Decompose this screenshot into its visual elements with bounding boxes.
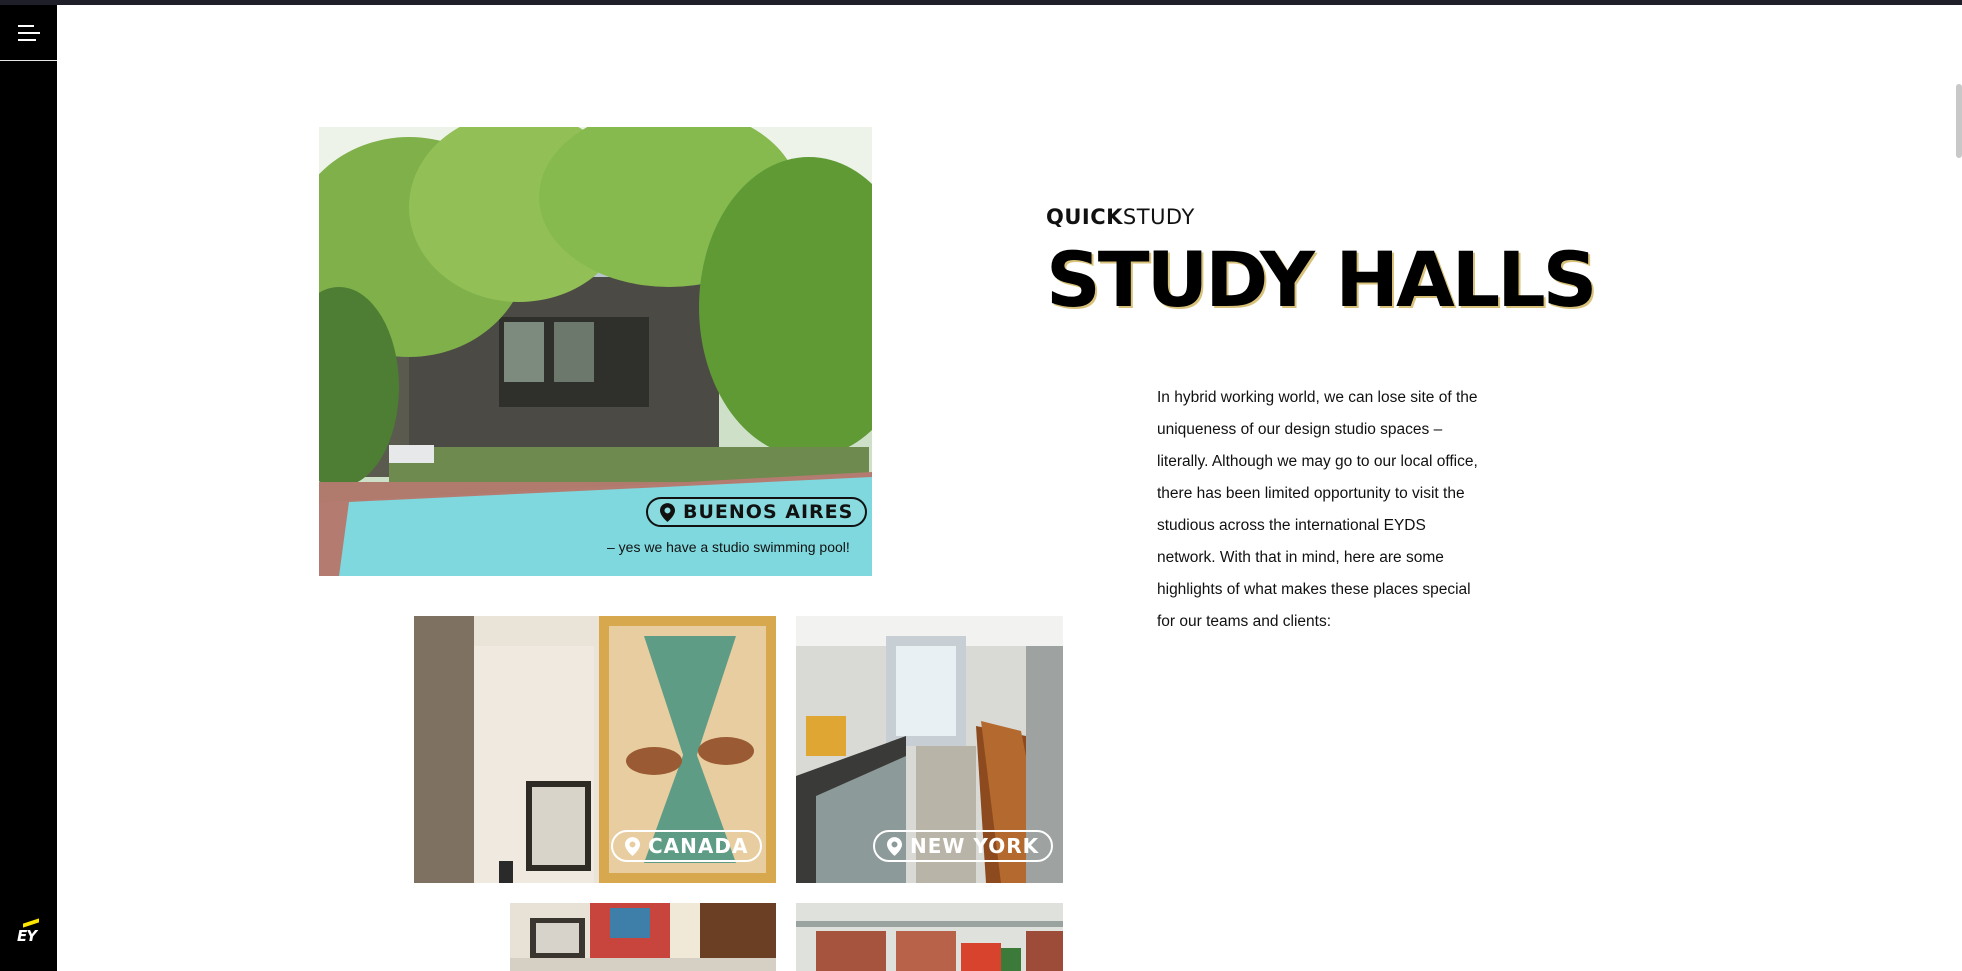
section-kicker: QUICKSTUDY: [1046, 205, 1195, 229]
interior-image: [510, 903, 776, 971]
location-name: CANADA: [648, 834, 749, 858]
location-name: NEW YORK: [910, 834, 1040, 858]
buenos-aires-caption: – yes we have a studio swimming pool!: [607, 539, 850, 555]
page-title: STUDY HALLS: [1046, 235, 1597, 324]
map-pin-icon: [625, 836, 640, 856]
menu-button[interactable]: [0, 5, 57, 61]
ey-logo[interactable]: EY: [15, 918, 43, 949]
kicker-regular: STUDY: [1122, 205, 1195, 229]
map-pin-icon: [660, 502, 675, 522]
gallery-photo-window: [796, 903, 1063, 971]
page-scrollbar[interactable]: [1956, 84, 1962, 158]
window-image: [796, 903, 1063, 971]
map-pin-icon: [887, 836, 902, 856]
top-bar: [0, 0, 1962, 5]
location-name: BUENOS AIRES: [683, 501, 854, 523]
location-badge-buenos-aires[interactable]: BUENOS AIRES: [646, 497, 868, 527]
gallery-photo-interior: [510, 903, 776, 971]
intro-paragraph: In hybrid working world, we can lose sit…: [1157, 389, 1478, 630]
hamburger-menu-icon: [17, 24, 40, 41]
location-badge-new-york[interactable]: NEW YORK: [873, 830, 1054, 862]
ey-logo-text: EY: [17, 927, 37, 945]
kicker-bold: QUICK: [1046, 205, 1123, 229]
location-badge-canada[interactable]: CANADA: [611, 830, 763, 862]
sidebar: EY: [0, 5, 57, 971]
